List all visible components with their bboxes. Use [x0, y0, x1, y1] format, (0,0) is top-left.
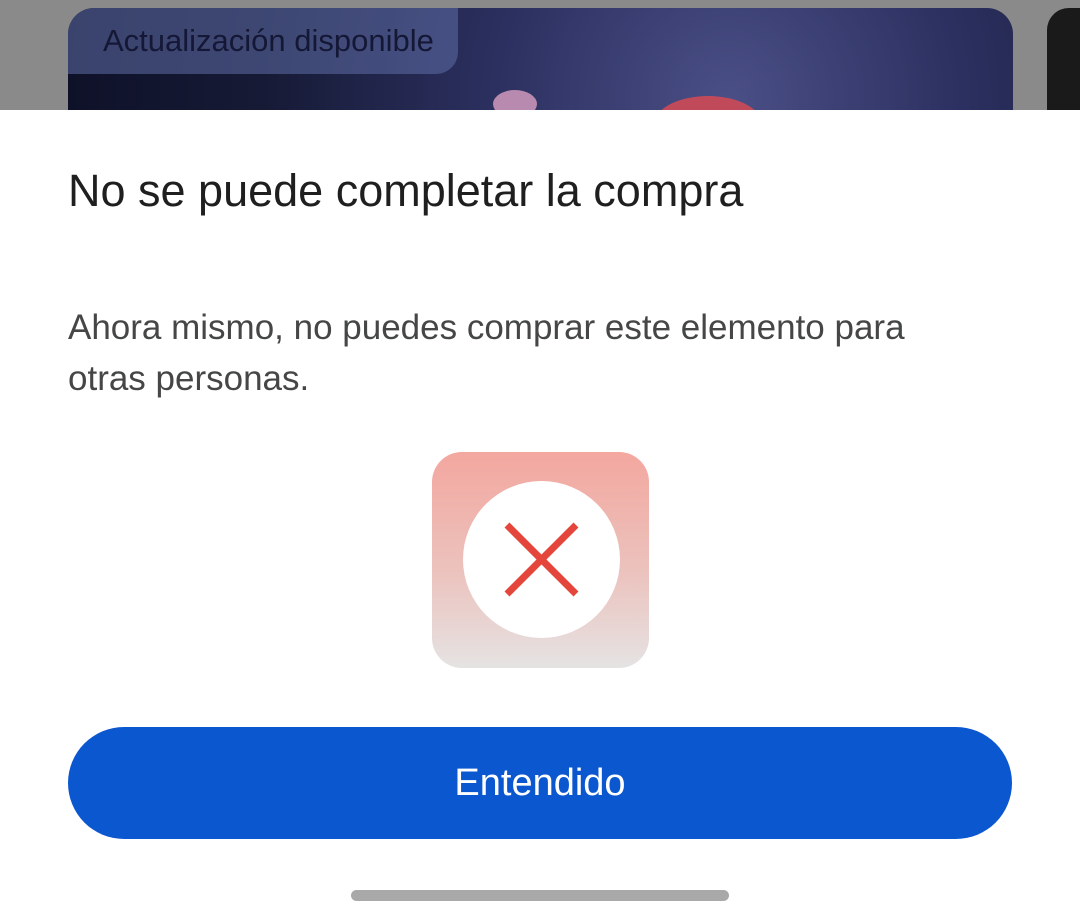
background-app-scrim: Actualización disponible — [0, 0, 1080, 110]
error-illustration — [432, 452, 649, 668]
understood-button[interactable]: Entendido — [68, 727, 1012, 839]
dialog-title: No se puede completar la compra — [68, 165, 744, 216]
side-card — [1047, 8, 1080, 110]
error-x-icon — [504, 522, 579, 597]
bottom-sheet-dialog: No se puede completar la compra Ahora mi… — [0, 110, 1080, 916]
promo-card: Actualización disponible — [68, 8, 1013, 110]
update-available-chip: Actualización disponible — [68, 8, 458, 74]
promo-artwork — [653, 96, 763, 110]
navigation-gesture-bar[interactable] — [351, 890, 729, 901]
dialog-message: Ahora mismo, no puedes comprar este elem… — [68, 308, 905, 398]
error-circle — [463, 481, 620, 638]
promo-artwork — [493, 90, 537, 110]
